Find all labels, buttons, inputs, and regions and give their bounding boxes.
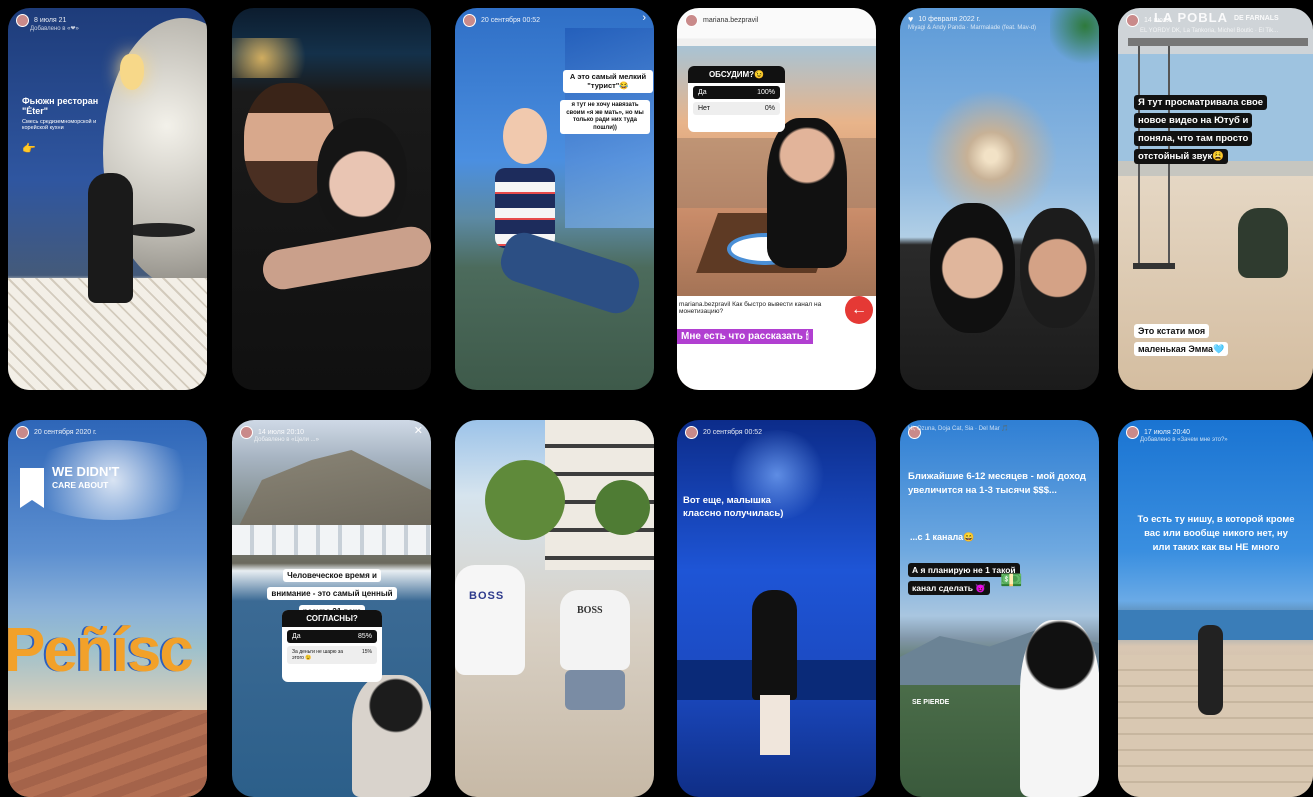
girl-legs — [760, 695, 790, 755]
location-sign-sub: DE FARNALS — [1234, 15, 1279, 22]
woman-face — [317, 118, 407, 238]
story-caption: Смесь средиземноморской и корейской кухн… — [22, 119, 97, 131]
avatar — [1126, 14, 1139, 27]
story-caption: То есть ту нишу, в которой кроме вас или… — [1137, 514, 1295, 553]
poll-option-yes[interactable]: Да 85% — [287, 630, 377, 643]
pendant-lamp — [120, 54, 144, 90]
music-attribution: Miyagi & Andy Panda · Marmalade (feat. M… — [908, 25, 1037, 31]
tree — [485, 460, 565, 540]
story-card-poll-discuss[interactable]: mariana.bezpravil ОБСУДИМ?😉 Да 100% Нет 0%… — [677, 8, 876, 390]
swing-seat — [1133, 263, 1175, 269]
table — [123, 223, 195, 237]
story-card-kids-boss[interactable]: BOSS BOSS — [455, 420, 654, 797]
close-icon[interactable]: ✕ — [414, 424, 423, 437]
child-head — [503, 108, 547, 164]
story-caption: Я тут просматривала свое новое видео на … — [1134, 95, 1268, 164]
story-card-niche[interactable]: 17 июля 20:40 Добавлено в «Зачем мне это… — [1118, 420, 1313, 797]
story-date: 14 июля 20:10 — [258, 429, 305, 436]
question-card: mariana.bezpravil Как быстро вывести кан… — [679, 301, 822, 315]
poll-widget[interactable]: СОГЛАСНЫ? Да 85% За деньги не шарю за это… — [282, 610, 382, 682]
shirt-logo-girl: BOSS — [469, 590, 505, 602]
location-sign: LA POBLA — [1154, 10, 1228, 25]
story-caption-title: А это самый мелкий "турист"😂 — [563, 70, 653, 93]
pointing-emoji: 👉 — [22, 143, 36, 155]
palm-tree — [910, 68, 1090, 228]
story-title: Фьюжн ресторан "Ėter" — [22, 96, 99, 116]
story-card-aquarium[interactable]: 20 сентября 00:52 Вот еще, малышка класс… — [677, 420, 876, 797]
city-letters-sign: Peñísc — [8, 616, 194, 685]
avatar — [1126, 426, 1139, 439]
story-date: 20 сентября 00:52 — [703, 429, 763, 436]
story-subtitle: Добавлено в «❤» — [30, 26, 79, 32]
man-face — [1020, 208, 1095, 328]
woman-silhouette — [767, 118, 847, 268]
yachts — [232, 525, 431, 555]
story-card-peniscola[interactable]: WE DIDN'T CARE ABOUT Peñísc 20 сентября … — [8, 420, 207, 797]
poll-widget[interactable]: ОБСУДИМ?😉 Да 100% Нет 0% — [688, 66, 785, 132]
story-card-restaurant[interactable]: 8 июля 21 Добавлено в «❤» Фьюжн ресторан… — [8, 8, 207, 390]
girl-on-swing — [1238, 208, 1288, 278]
purple-caption: Мне есть что рассказать 🕯 — [677, 329, 813, 344]
story-date: 20 сентября 00:52 — [481, 17, 541, 24]
avatar — [16, 426, 29, 439]
story-card-couple-night[interactable] — [232, 8, 431, 390]
story-username: mariana.bezpravil — [703, 17, 759, 24]
shirt-logo-boy: BOSS — [577, 605, 603, 616]
story-date: 20 сентября 2020 г. — [34, 429, 97, 436]
woman-silhouette — [1198, 625, 1223, 715]
overlay-title: WE DIDN'T — [52, 464, 120, 479]
poll-question: СОГЛАСНЫ? — [282, 610, 382, 627]
story-card-yachts-poll[interactable]: 14 июля 20:10 Добавлено в «Цели ...» ✕ Ч… — [232, 420, 431, 797]
story-card-palm-selfie[interactable]: ♥ 10 февраля 2022 г. Miyagi & Andy Panda … — [900, 8, 1099, 390]
story-date: 10 февраля 2022 г. — [918, 15, 981, 23]
avatar — [685, 14, 698, 27]
watermark-label: SE PIERDE — [912, 699, 950, 706]
avatar — [16, 14, 29, 27]
woman-silhouette — [88, 173, 133, 303]
child-jeans — [495, 227, 645, 319]
story-subtitle: Добавлено в «Зачем мне это?» — [1140, 437, 1228, 443]
bookmark-icon — [20, 468, 44, 508]
money-icon: 💵 — [1000, 570, 1023, 590]
poll-option-yes[interactable]: Да 100% — [693, 86, 780, 99]
story-caption-body: я тут не хочу навязать своим «я же мать»… — [560, 100, 650, 134]
swing-frame — [1128, 38, 1308, 46]
poll-question: ОБСУДИМ?😉 — [688, 66, 785, 83]
story-caption: Ближайшие 6-12 месяцев - мой доход увели… — [908, 471, 1086, 497]
story-card-toddler-tourist[interactable]: 20 сентября 00:52 › А это самый мелкий "… — [455, 8, 654, 390]
avatar — [685, 426, 698, 439]
music-attribution: Hi, Ozuna, Doja Cat, Sia · Del Mar 🎵 — [908, 426, 1009, 432]
story-subtitle: Добавлено в «Цели ...» — [254, 437, 319, 443]
story-card-swing-beach[interactable]: 14 июля EL YORDY DK, La Tankoria, Michel… — [1118, 8, 1313, 390]
tree-right — [595, 480, 650, 535]
boy-shorts — [565, 670, 625, 710]
avatar — [240, 426, 253, 439]
poll-option-no[interactable]: За деньги не шарю за этого 😉 15% — [287, 646, 377, 664]
woman-face — [930, 203, 1015, 333]
girl-silhouette — [752, 590, 797, 700]
overlay-subtitle: CARE ABOUT — [52, 480, 109, 490]
cloud — [18, 440, 207, 520]
poll-option-no[interactable]: Нет 0% — [693, 102, 780, 115]
heart-icon: ♥ — [908, 14, 914, 24]
boardwalk — [8, 710, 207, 797]
music-attribution: EL YORDY DK, La Tankoria, Michel Boutic … — [1140, 28, 1279, 34]
close-icon[interactable]: › — [642, 12, 646, 24]
girl-shirt — [455, 565, 525, 675]
story-card-income-plan[interactable]: Hi, Ozuna, Doja Cat, Sia · Del Mar 🎵 Бли… — [900, 420, 1099, 797]
story-caption-emma: Это кстати моя маленькая Эмма🩵 — [1134, 324, 1229, 356]
boy-shirt — [560, 590, 630, 670]
story-date: 17 июля 20:40 — [1144, 429, 1191, 436]
city-lights — [232, 38, 332, 78]
woman-silhouette — [1020, 620, 1099, 797]
arrow-left-icon[interactable]: ← — [845, 296, 873, 324]
woman-silhouette — [352, 675, 431, 797]
story-caption-2: ...с 1 канала😄 — [910, 532, 975, 542]
avatar — [463, 14, 476, 27]
story-date: 8 июля 21 — [34, 17, 67, 24]
story-caption: Вот еще, малышка классно получилась) — [683, 495, 784, 520]
